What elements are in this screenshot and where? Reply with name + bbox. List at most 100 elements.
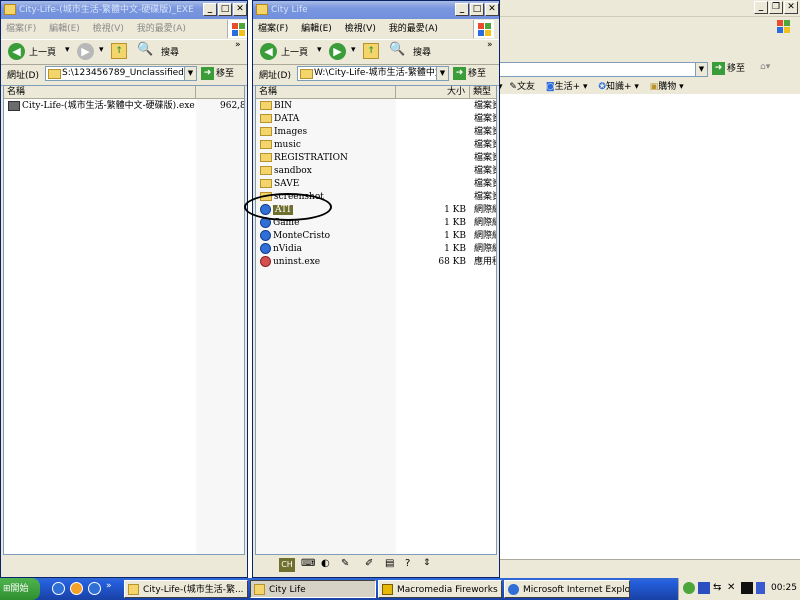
left-toolbar-more-icon[interactable]: »: [235, 40, 241, 50]
file-row[interactable]: sandbox 檔案資: [256, 165, 496, 178]
left-minimize-button[interactable]: _: [203, 3, 217, 16]
file-row[interactable]: SAVE 檔案資: [256, 178, 496, 191]
start-button[interactable]: ⊞開始: [0, 578, 40, 600]
left-back-dropdown-icon[interactable]: ▾: [65, 45, 70, 55]
file-row[interactable]: Images 檔案資: [256, 126, 496, 139]
tray-app-icon[interactable]: [741, 582, 753, 594]
left-close-button[interactable]: ✕: [233, 3, 247, 16]
middle-menu-file[interactable]: 檔案(F): [253, 24, 293, 34]
ie-link-shopping[interactable]: ▣購物 ▾: [650, 82, 684, 92]
left-column-size[interactable]: [196, 86, 244, 99]
middle-forward-icon[interactable]: ▶: [329, 43, 346, 60]
tray-messenger-icon[interactable]: [683, 582, 695, 594]
ie-address-dropdown-icon[interactable]: ▼: [695, 63, 707, 76]
file-row[interactable]: MonteCristo 1 KB 網際網: [256, 230, 496, 243]
middle-go-button[interactable]: ➜ 移至: [453, 67, 486, 81]
left-up-folder-icon[interactable]: ↑: [111, 43, 127, 59]
ime-menu-icon[interactable]: ⇕: [423, 558, 431, 568]
ie-go-button[interactable]: ➜ 移至: [712, 62, 745, 76]
file-name: SAVE: [274, 179, 300, 189]
taskbar-button-city-life[interactable]: City Life: [250, 580, 376, 598]
middle-maximize-button[interactable]: □: [470, 3, 484, 16]
left-back-icon[interactable]: ◀: [8, 43, 25, 60]
ime-pen-icon[interactable]: ✎: [341, 558, 349, 569]
middle-column-name[interactable]: 名稱: [256, 86, 396, 99]
left-menu-view[interactable]: 檢視(V): [88, 24, 129, 34]
middle-menu-favorites[interactable]: 我的最愛(A): [384, 24, 443, 34]
left-address-input[interactable]: S:\123456789_Unclassified_未分 ▼: [45, 66, 197, 81]
ime-softkbd-icon[interactable]: ▤: [385, 558, 394, 569]
quicklaunch-ie-icon[interactable]: [52, 582, 65, 595]
left-address-dropdown-icon[interactable]: ▼: [184, 67, 196, 80]
left-search-icon[interactable]: 🔍: [137, 42, 153, 57]
middle-close-button[interactable]: ✕: [485, 3, 499, 16]
left-column-name[interactable]: 名稱: [4, 86, 196, 99]
tray-clock[interactable]: 00:25: [771, 583, 797, 593]
ime-half-width-icon[interactable]: ◐: [321, 558, 330, 569]
file-row[interactable]: DATA 檔案資: [256, 113, 496, 126]
tray-volume-icon[interactable]: ✕: [727, 582, 735, 593]
ime-keyboard-icon[interactable]: ⌨: [301, 558, 315, 569]
middle-statusbar: CH ⌨ ◐ ✎ ✐ ▤ ? ⇕: [253, 555, 499, 577]
left-go-button[interactable]: ➜ 移至: [201, 67, 234, 81]
middle-up-folder-icon[interactable]: ↑: [363, 43, 379, 59]
file-name: BIN: [274, 101, 293, 111]
left-forward-icon[interactable]: ▶: [77, 43, 94, 60]
middle-menu-edit[interactable]: 編輯(E): [296, 24, 337, 34]
ime-ch-indicator[interactable]: CH: [279, 558, 295, 572]
left-maximize-button[interactable]: □: [218, 3, 232, 16]
start-windows-icon: ⊞: [3, 584, 11, 594]
file-row[interactable]: nVidia 1 KB 網際網: [256, 243, 496, 256]
taskbar-button-ie[interactable]: Microsoft Internet Explorer: [504, 580, 630, 598]
file-size: 1 KB: [444, 244, 466, 254]
quicklaunch-more-icon[interactable]: »: [106, 581, 112, 591]
taskbar-button-city-life-exe[interactable]: City-Life-(城市生活-繁...: [124, 580, 248, 598]
file-row[interactable]: REGISTRATION 檔案資: [256, 152, 496, 165]
middle-back-dropdown-icon[interactable]: ▾: [317, 45, 322, 55]
middle-column-size[interactable]: 大小: [396, 86, 470, 99]
left-forward-dropdown-icon[interactable]: ▾: [99, 45, 104, 55]
middle-back-label[interactable]: 上一頁: [281, 45, 308, 58]
file-row[interactable]: music 檔案資: [256, 139, 496, 152]
ie-address-input[interactable]: ▼: [492, 62, 708, 77]
file-size: 68 KB: [438, 257, 466, 267]
ie-close-button[interactable]: ✕: [784, 1, 798, 14]
taskbar-button-fireworks[interactable]: Macromedia Fireworks M...: [378, 580, 502, 598]
tray-antivirus-icon[interactable]: [698, 582, 710, 594]
file-row[interactable]: City-Life-(城市生活-繁體中文-硬碟版).exe 962,882: [4, 100, 244, 113]
middle-address-dropdown-icon[interactable]: ▼: [436, 67, 448, 80]
left-menu-favorites[interactable]: 我的最愛(A): [132, 24, 191, 34]
middle-back-icon[interactable]: ◀: [260, 43, 277, 60]
file-type: 應用程: [474, 257, 496, 267]
file-row[interactable]: BIN 檔案資: [256, 100, 496, 113]
ie-link-life[interactable]: ◙生活+ ▾: [546, 82, 588, 92]
ime-draw-icon[interactable]: ✐: [365, 558, 373, 569]
middle-search-icon[interactable]: 🔍: [389, 42, 405, 57]
middle-forward-dropdown-icon[interactable]: ▾: [351, 45, 356, 55]
left-search-label[interactable]: 搜尋: [161, 45, 179, 58]
ie-restore-button[interactable]: ❐: [769, 1, 783, 14]
left-menu-edit[interactable]: 編輯(E): [44, 24, 85, 34]
ie-link-wenyou[interactable]: ✎文友: [509, 82, 535, 92]
file-row[interactable]: uninst.exe 68 KB 應用程: [256, 256, 496, 269]
internet-shortcut-icon: [260, 230, 271, 241]
folder-icon: [260, 179, 272, 188]
tray-network-icon[interactable]: ⇆: [713, 582, 721, 593]
middle-search-label[interactable]: 搜尋: [413, 45, 431, 58]
middle-column-type[interactable]: 類型: [470, 86, 496, 99]
middle-minimize-button[interactable]: _: [455, 3, 469, 16]
quicklaunch-explorer-icon[interactable]: [88, 582, 101, 595]
middle-address-input[interactable]: W:\City-Life-城市生活-繁體中文 ▼: [297, 66, 449, 81]
middle-toolbar-more-icon[interactable]: »: [487, 40, 493, 50]
tray-display-icon[interactable]: [756, 582, 765, 594]
ie-link-knowledge[interactable]: ✪知識+ ▾: [598, 82, 638, 92]
quicklaunch-media-icon[interactable]: [70, 582, 83, 595]
left-window-title: City-Life-(城市生活-繁體中文-硬碟版)_EXE: [19, 5, 194, 15]
ime-help-icon[interactable]: ?: [405, 558, 410, 569]
ie-minimize-button[interactable]: _: [754, 1, 768, 14]
middle-menu-view[interactable]: 檢視(V): [340, 24, 381, 34]
middle-go-arrow-icon: ➜: [453, 67, 466, 80]
left-back-label[interactable]: 上一頁: [29, 45, 56, 58]
left-menu-file[interactable]: 檔案(F): [1, 24, 41, 34]
ie-go-menu-icon[interactable]: ⌂▾: [760, 62, 780, 76]
